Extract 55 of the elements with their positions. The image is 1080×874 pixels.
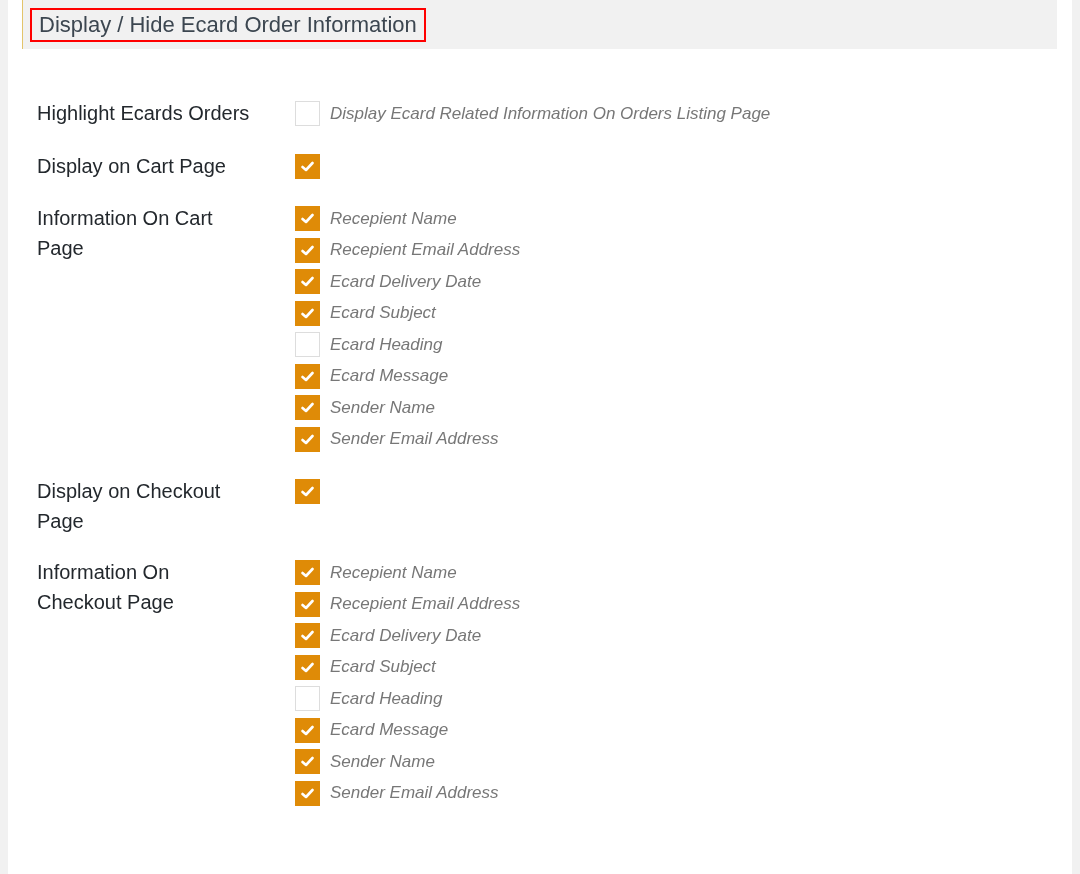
setting-label: Highlight Ecards Orders bbox=[37, 101, 251, 126]
checkmark-icon bbox=[301, 276, 314, 288]
option-label: Recepient Email Address bbox=[330, 240, 521, 261]
checkmark-icon bbox=[301, 433, 314, 445]
checkbox[interactable] bbox=[295, 560, 320, 586]
checkmark-icon bbox=[301, 567, 314, 579]
checkbox[interactable] bbox=[295, 623, 320, 649]
setting-label: Information On Checkout Page bbox=[37, 560, 175, 615]
option-label: Display Ecard Related Information On Orders Listing Page bbox=[330, 103, 771, 124]
checkmark-icon bbox=[301, 630, 314, 642]
checkmark-icon bbox=[301, 244, 314, 256]
checkmark-icon bbox=[301, 486, 314, 498]
option-label: Sender Email Address bbox=[330, 429, 499, 450]
checkbox[interactable] bbox=[295, 479, 320, 505]
setting-label: Information On Cart Page bbox=[37, 206, 214, 261]
option-label: Recepient Email Address bbox=[330, 594, 521, 615]
checkbox[interactable] bbox=[295, 300, 320, 326]
option-label: Ecard Delivery Date bbox=[330, 625, 482, 646]
checkmark-icon bbox=[301, 756, 314, 768]
option-label: Ecard Message bbox=[330, 720, 449, 741]
checkbox[interactable] bbox=[295, 237, 320, 263]
checkmark-icon bbox=[301, 787, 314, 799]
setting-label: Display on Cart Page bbox=[37, 153, 227, 179]
option-label: Ecard Subject bbox=[330, 303, 436, 324]
checkmark-icon bbox=[301, 661, 314, 673]
option-label: Sender Name bbox=[330, 751, 435, 772]
option-label: Sender Email Address bbox=[330, 783, 499, 804]
checkbox[interactable] bbox=[295, 749, 320, 775]
checkbox[interactable] bbox=[295, 426, 320, 452]
checkmark-icon bbox=[301, 370, 314, 382]
option-label: Ecard Delivery Date bbox=[330, 271, 482, 292]
checkmark-icon bbox=[301, 402, 314, 414]
section-title: Display / Hide Ecard Order Information bbox=[30, 7, 426, 42]
checkbox[interactable] bbox=[295, 363, 320, 389]
checkbox[interactable] bbox=[295, 395, 320, 421]
checkmark-icon bbox=[301, 598, 314, 610]
option-label: Ecard Heading bbox=[330, 688, 443, 709]
checkbox[interactable] bbox=[295, 654, 320, 680]
checkbox[interactable] bbox=[295, 717, 320, 743]
checkmark-icon bbox=[301, 724, 314, 736]
checkbox[interactable] bbox=[295, 780, 320, 806]
checkbox[interactable] bbox=[295, 591, 320, 617]
checkmark-icon bbox=[301, 160, 314, 172]
checkmark-icon bbox=[301, 307, 314, 319]
option-label: Ecard Subject bbox=[330, 657, 436, 678]
checkbox[interactable] bbox=[295, 206, 320, 232]
option-label: Ecard Heading bbox=[330, 334, 443, 355]
option-label: Recepient Name bbox=[330, 208, 457, 229]
setting-label: Display on Checkout Page bbox=[37, 479, 222, 534]
option-label: Ecard Message bbox=[330, 366, 449, 387]
checkmark-icon bbox=[301, 213, 314, 225]
checkbox[interactable] bbox=[295, 153, 320, 179]
checkbox[interactable] bbox=[295, 269, 320, 295]
option-label: Recepient Name bbox=[330, 562, 457, 583]
option-label: Sender Name bbox=[330, 397, 435, 418]
